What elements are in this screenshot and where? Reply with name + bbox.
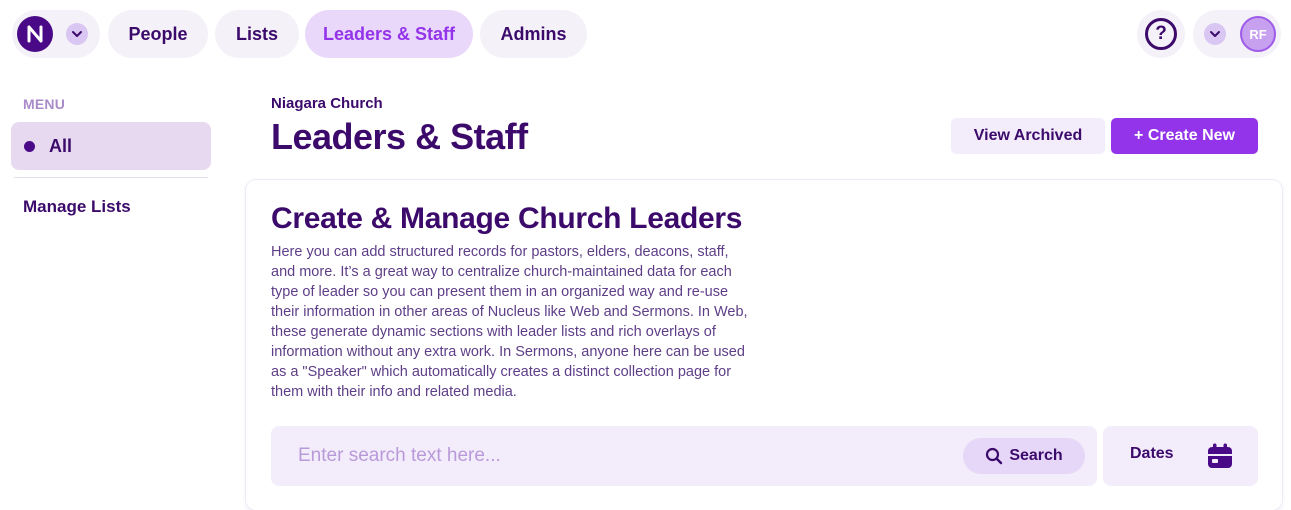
search-button[interactable]: Search <box>963 438 1085 474</box>
card-description: Here you can add structured records for … <box>271 244 748 400</box>
dates-label: Dates <box>1130 445 1174 462</box>
avatar[interactable]: RF <box>1240 16 1276 52</box>
org-switcher[interactable] <box>12 10 100 58</box>
date-filter[interactable]: Dates <box>1103 426 1258 486</box>
calendar-icon <box>1208 443 1232 468</box>
org-name: Niagara Church <box>271 95 383 112</box>
nucleus-logo-icon[interactable] <box>17 16 53 52</box>
bullet-icon <box>24 140 35 152</box>
search-input[interactable] <box>271 426 951 486</box>
help-button[interactable]: ? <box>1137 10 1185 58</box>
user-menu[interactable]: RF <box>1193 10 1281 58</box>
chevron-down-icon[interactable] <box>1204 23 1226 45</box>
menu-heading: MENU <box>23 96 66 112</box>
manage-lists-link[interactable]: Manage Lists <box>23 197 131 217</box>
sidebar-item-all[interactable]: All <box>11 122 211 170</box>
chevron-down-icon[interactable] <box>66 23 88 45</box>
help-icon: ? <box>1145 18 1177 50</box>
card-title: Create & Manage Church Leaders <box>271 202 743 235</box>
page-title: Leaders & Staff <box>271 116 528 157</box>
tab-people[interactable]: People <box>108 10 208 58</box>
intro-card: Create & Manage Church Leaders Here you … <box>246 180 1282 510</box>
create-new-button[interactable]: + Create New <box>1111 118 1258 154</box>
divider <box>14 177 208 178</box>
sidebar-item-label: All <box>49 135 73 156</box>
top-navigation: People Lists Leaders & Staff Admins ? RF <box>0 0 1291 68</box>
view-archived-button[interactable]: View Archived <box>951 118 1105 154</box>
search-button-label: Search <box>1009 447 1063 464</box>
tab-leaders-staff[interactable]: Leaders & Staff <box>305 10 473 58</box>
tab-admins[interactable]: Admins <box>480 10 587 58</box>
search-icon <box>986 447 1003 465</box>
search-bar: Search <box>271 426 1097 486</box>
tab-lists[interactable]: Lists <box>215 10 299 58</box>
